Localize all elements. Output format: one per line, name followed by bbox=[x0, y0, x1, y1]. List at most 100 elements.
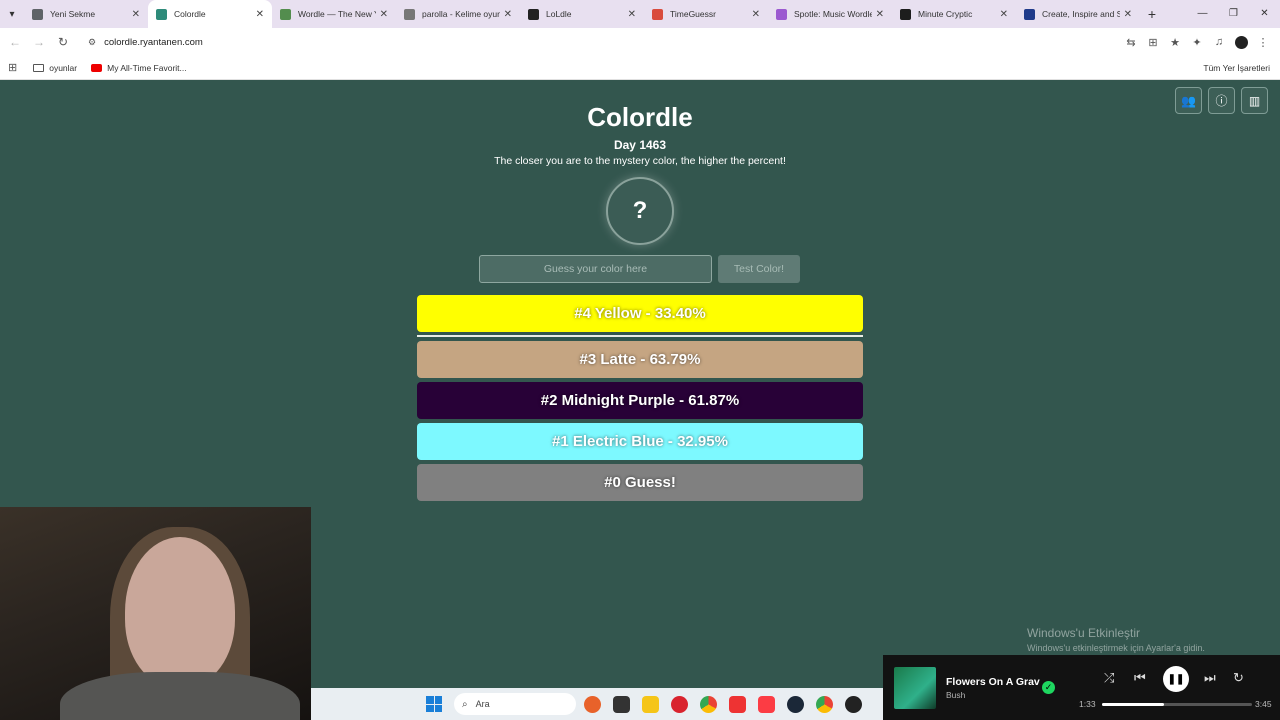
guess-row: #3 Latte - 63.79% bbox=[417, 341, 863, 378]
game-app-icon[interactable] bbox=[584, 695, 601, 713]
browser-tab[interactable]: LoLdle ✕ bbox=[520, 0, 644, 28]
tab-favicon-icon bbox=[1024, 8, 1035, 20]
tab-favicon-icon bbox=[32, 8, 43, 20]
forward-icon[interactable]: → bbox=[27, 35, 51, 49]
taskbar-search[interactable]: ⌕ Ara bbox=[454, 693, 576, 715]
close-window-icon[interactable]: ✕ bbox=[1249, 0, 1280, 28]
tab-favicon-icon bbox=[404, 8, 415, 20]
tab-favicon-icon bbox=[900, 8, 911, 20]
address-bar-row: ← → ↻ ⚙ colordle.ryantanen.com ⇆ ⊞ ★ ✦ ♫… bbox=[0, 28, 1280, 56]
url-text: colordle.ryantanen.com bbox=[104, 36, 203, 48]
song-title[interactable]: Flowers On A Grav bbox=[946, 676, 1040, 688]
tab-title: TimeGuessr bbox=[670, 9, 716, 19]
translate-icon[interactable]: ⇆ bbox=[1120, 36, 1142, 49]
shuffle-icon[interactable]: ⤮ bbox=[1104, 670, 1114, 686]
browser-tab[interactable]: Spotle: Music Wordle ✕ bbox=[768, 0, 892, 28]
guess-row: #1 Electric Blue - 32.95% bbox=[417, 423, 863, 460]
pause-button[interactable]: ❚❚ bbox=[1163, 666, 1189, 692]
notepad-icon[interactable] bbox=[613, 695, 630, 713]
browser-tab[interactable]: Yeni Sekme ✕ bbox=[24, 0, 148, 28]
music-mini-player: Flowers On A Grav Bush ✓ ⤮ ⏮ ❚❚ ⏭ ↻ 1:33… bbox=[883, 655, 1280, 720]
bookmark-favorites[interactable]: My All-Time Favorit... bbox=[91, 63, 187, 73]
all-bookmarks-label: Tüm Yer İşaretleri bbox=[1203, 62, 1270, 73]
file-explorer-icon[interactable] bbox=[642, 695, 659, 713]
current-time: 1:33 bbox=[1079, 699, 1096, 709]
progress-bar[interactable] bbox=[1102, 703, 1252, 706]
guess-row: #4 Yellow - 33.40% bbox=[417, 295, 863, 332]
bolt-app-icon[interactable] bbox=[729, 695, 746, 713]
tab-title: Yeni Sekme bbox=[50, 9, 96, 19]
next-icon[interactable]: ⏭ bbox=[1204, 670, 1216, 686]
saved-check-icon[interactable]: ✓ bbox=[1042, 681, 1055, 694]
browser-tab[interactable]: Create, Inspire and Sh ✕ bbox=[1016, 0, 1140, 28]
browser-tab[interactable]: Minute Cryptic ✕ bbox=[892, 0, 1016, 28]
tab-close-icon[interactable]: ✕ bbox=[876, 9, 884, 20]
tab-close-icon[interactable]: ✕ bbox=[132, 9, 140, 20]
guess-row: #2 Midnight Purple - 61.87% bbox=[417, 382, 863, 419]
tab-close-icon[interactable]: ✕ bbox=[752, 9, 760, 20]
bookmark-oyunlar[interactable]: oyunlar bbox=[33, 63, 77, 73]
restore-icon[interactable]: ❐ bbox=[1218, 0, 1249, 28]
album-art[interactable] bbox=[894, 667, 936, 709]
subtitle: The closer you are to the mystery color,… bbox=[494, 155, 786, 167]
test-color-button[interactable]: Test Color! bbox=[718, 255, 800, 283]
media-controls-icon[interactable]: ♫ bbox=[1208, 36, 1230, 48]
mystery-color-circle: ? bbox=[606, 177, 674, 245]
progress-fill bbox=[1102, 703, 1164, 706]
page-title: Colordle bbox=[587, 102, 693, 132]
bookmark-label: My All-Time Favorit... bbox=[107, 62, 187, 73]
browser-tab[interactable]: Wordle — The New Y ✕ bbox=[272, 0, 396, 28]
url-field[interactable]: ⚙ colordle.ryantanen.com bbox=[82, 31, 1167, 53]
all-bookmarks[interactable]: Tüm Yer İşaretleri bbox=[1203, 63, 1270, 73]
apps-grid-icon[interactable]: ⊞ bbox=[8, 61, 17, 74]
artist-name[interactable]: Bush bbox=[946, 690, 965, 700]
guess-input[interactable] bbox=[479, 255, 712, 283]
tab-close-icon[interactable]: ✕ bbox=[1000, 9, 1008, 20]
chrome-active-icon[interactable] bbox=[816, 695, 833, 713]
tab-title: Minute Cryptic bbox=[918, 9, 973, 19]
tab-close-icon[interactable]: ✕ bbox=[1124, 9, 1132, 20]
activate-windows-title: Windows'u Etkinleştir bbox=[1027, 626, 1140, 640]
reload-icon[interactable]: ↻ bbox=[51, 35, 75, 49]
tab-close-icon[interactable]: ✕ bbox=[380, 9, 388, 20]
new-tab-button[interactable]: + bbox=[1140, 6, 1164, 22]
windows-taskbar: ⌕ Ara bbox=[311, 688, 883, 720]
bookmarks-bar: ⊞ oyunlar My All-Time Favorit... Tüm Yer… bbox=[0, 56, 1280, 80]
bookmark-star-icon[interactable]: ★ bbox=[1164, 36, 1186, 49]
extensions-icon[interactable]: ✦ bbox=[1186, 36, 1208, 49]
chrome-icon[interactable] bbox=[700, 695, 717, 713]
taskbar-search-label: Ara bbox=[475, 699, 490, 709]
browser-menu-icon[interactable]: ⋮ bbox=[1252, 36, 1274, 49]
previous-icon[interactable]: ⏮ bbox=[1134, 670, 1146, 686]
obs-icon[interactable] bbox=[845, 695, 862, 713]
tab-bar: ▾ Yeni Sekme ✕ Colordle ✕ Wordle — The New Y… bbox=[0, 0, 1280, 28]
folder-icon bbox=[33, 63, 45, 72]
browser-tab[interactable]: parolla - Kelime oyun ✕ bbox=[396, 0, 520, 28]
tab-favicon-icon bbox=[776, 8, 787, 20]
app-icon-red[interactable] bbox=[671, 695, 688, 713]
tab-close-icon[interactable]: ✕ bbox=[256, 9, 264, 20]
tab-title: Colordle bbox=[174, 9, 206, 19]
site-info-icon[interactable]: ⚙ bbox=[88, 37, 96, 48]
repeat-icon[interactable]: ↻ bbox=[1233, 670, 1244, 686]
tab-search-chevron-icon[interactable]: ▾ bbox=[0, 0, 24, 28]
day-label: Day 1463 bbox=[613, 138, 667, 152]
install-app-icon[interactable]: ⊞ bbox=[1142, 36, 1164, 49]
minimize-icon[interactable]: — bbox=[1187, 0, 1218, 28]
tab-favicon-icon bbox=[280, 8, 291, 20]
windows-start-icon[interactable] bbox=[426, 696, 442, 712]
profile-avatar-icon[interactable] bbox=[1230, 35, 1252, 49]
tab-title: Create, Inspire and Sh bbox=[1042, 9, 1120, 19]
steam-icon[interactable] bbox=[787, 695, 804, 713]
tab-close-icon[interactable]: ✕ bbox=[504, 9, 512, 20]
tab-close-icon[interactable]: ✕ bbox=[628, 9, 636, 20]
guess-row: #0 Guess! bbox=[417, 464, 863, 501]
back-icon[interactable]: ← bbox=[3, 35, 27, 49]
browser-tab[interactable]: Colordle ✕ bbox=[148, 0, 272, 28]
tab-favicon-icon bbox=[156, 8, 167, 20]
browser-tab[interactable]: TimeGuessr ✕ bbox=[644, 0, 768, 28]
total-time: 3:45 bbox=[1255, 699, 1272, 709]
music-app-icon[interactable] bbox=[758, 695, 775, 713]
bookmark-label: oyunlar bbox=[49, 62, 78, 73]
tab-favicon-icon bbox=[528, 8, 539, 20]
